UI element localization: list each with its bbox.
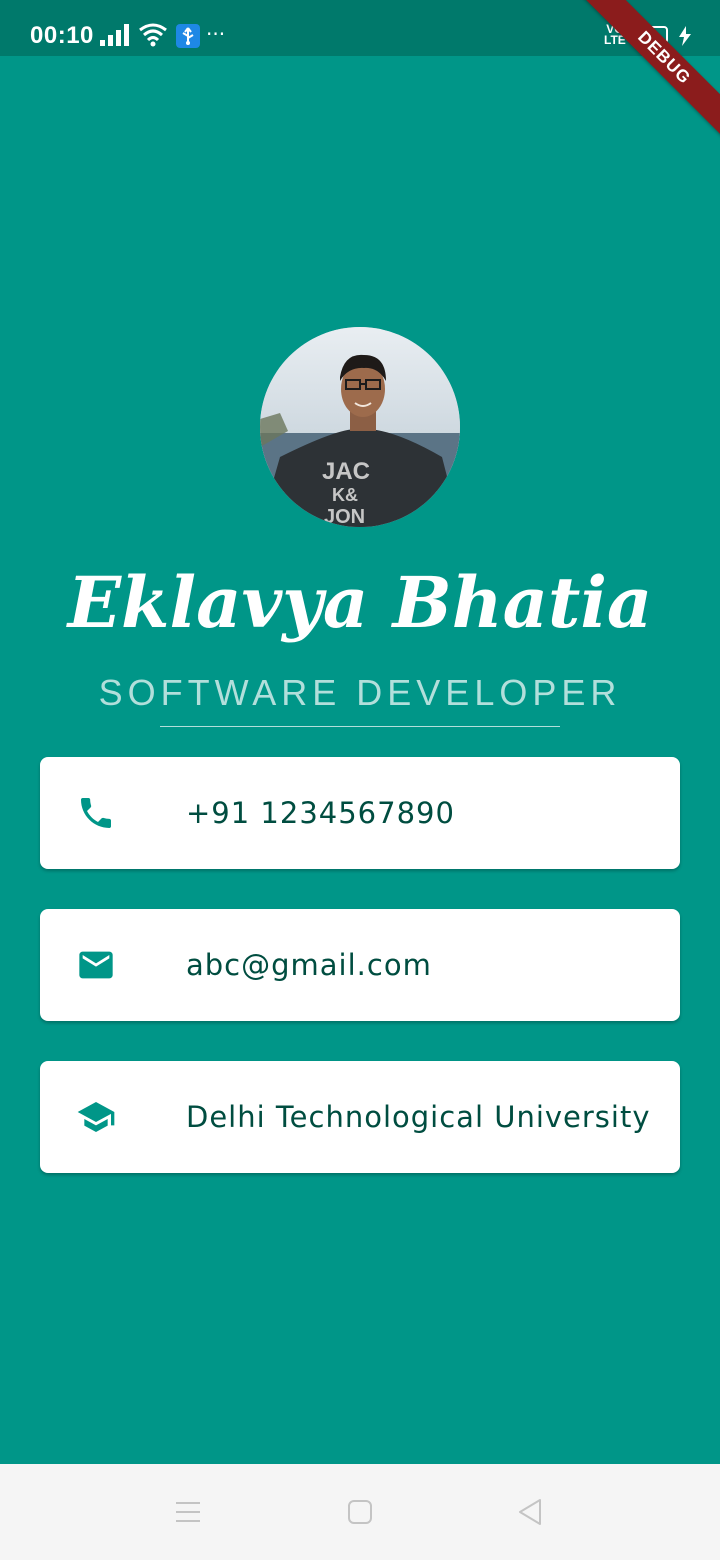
navigation-bar [0, 1464, 720, 1560]
svg-text:JON: JON [324, 506, 365, 527]
wifi-icon [139, 23, 167, 47]
email-text: abc@gmail.com [186, 948, 432, 982]
home-icon[interactable] [340, 1492, 380, 1532]
profile-name: Eklavya Bhatia [67, 561, 653, 644]
university-text: Delhi Technological University [186, 1100, 651, 1134]
svg-text:K&: K& [332, 485, 358, 505]
phone-icon [81, 798, 111, 828]
back-icon[interactable] [510, 1492, 550, 1532]
menu-icon[interactable] [168, 1492, 208, 1532]
profile-title: SOFTWARE DEVELOPER [98, 672, 622, 713]
phone-card[interactable]: +91 1234567890 [40, 757, 680, 869]
avatar: JAC K& JON [260, 327, 460, 527]
email-icon [79, 951, 113, 979]
usb-icon [176, 24, 200, 48]
school-icon [77, 1102, 115, 1132]
charge-icon [679, 26, 691, 46]
signal-icon [100, 24, 129, 46]
divider [160, 726, 560, 727]
status-time: 00:10 [30, 22, 94, 49]
email-card[interactable]: abc@gmail.com [40, 909, 680, 1021]
more-icon: ··· [206, 22, 226, 46]
svg-text:JAC: JAC [322, 458, 370, 485]
university-card[interactable]: Delhi Technological University [40, 1061, 680, 1173]
phone-text: +91 1234567890 [186, 796, 455, 830]
